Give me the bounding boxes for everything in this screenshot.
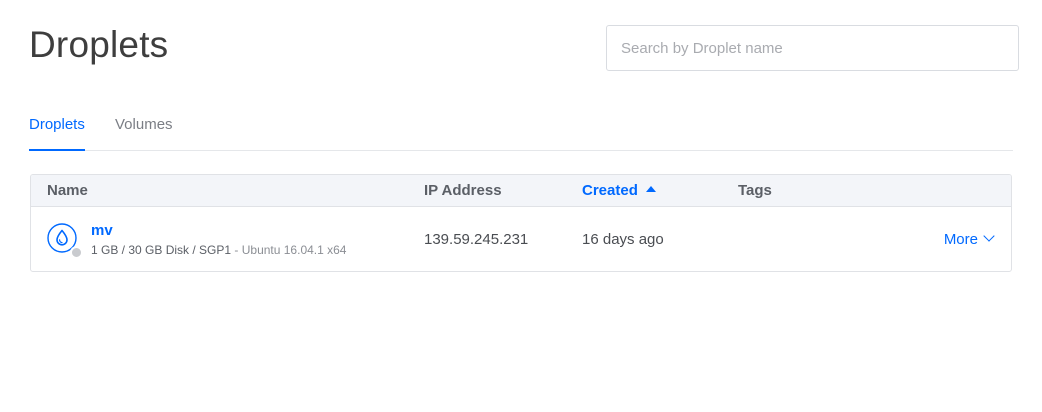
sort-ascending-icon xyxy=(645,186,656,192)
page-title: Droplets xyxy=(29,24,169,65)
search-box[interactable] xyxy=(606,25,1019,71)
droplet-ip-address: 139.59.245.231 xyxy=(424,231,529,248)
column-header-tags[interactable]: Tags xyxy=(738,182,772,199)
table-header: Name IP Address Created Tags xyxy=(31,175,1011,207)
chevron-down-icon xyxy=(983,230,995,242)
droplet-os: - Ubuntu 16.04.1 x64 xyxy=(231,243,347,257)
page: Droplets Droplets Volumes Name IP Addres… xyxy=(0,0,1042,412)
droplet-name-link[interactable]: mv xyxy=(91,222,113,239)
column-header-name[interactable]: Name xyxy=(47,182,88,199)
tab-bar: Droplets Volumes xyxy=(29,106,1013,151)
droplet-size: 1 GB / 30 GB Disk / SGP1 xyxy=(91,243,232,257)
more-button-label: More xyxy=(943,231,978,248)
column-header-created[interactable]: Created xyxy=(582,182,656,199)
column-header-ip-address[interactable]: IP Address xyxy=(424,182,502,199)
droplet-specs: 1 GB / 30 GB Disk / SGP1 - Ubuntu 16.04.… xyxy=(91,243,346,257)
more-button[interactable]: More xyxy=(943,230,995,248)
tab-droplets[interactable]: Droplets xyxy=(29,116,85,151)
droplet-created: 16 days ago xyxy=(582,231,664,248)
search-input[interactable] xyxy=(607,26,1018,70)
droplets-table: Name IP Address Created Tags mv 1 GB / 3… xyxy=(30,174,1012,272)
table-row: mv 1 GB / 30 GB Disk / SGP1 - Ubuntu 16.… xyxy=(31,207,1011,271)
column-header-created-label: Created xyxy=(582,182,638,199)
tab-volumes[interactable]: Volumes xyxy=(115,116,173,133)
status-off-indicator xyxy=(70,246,83,259)
